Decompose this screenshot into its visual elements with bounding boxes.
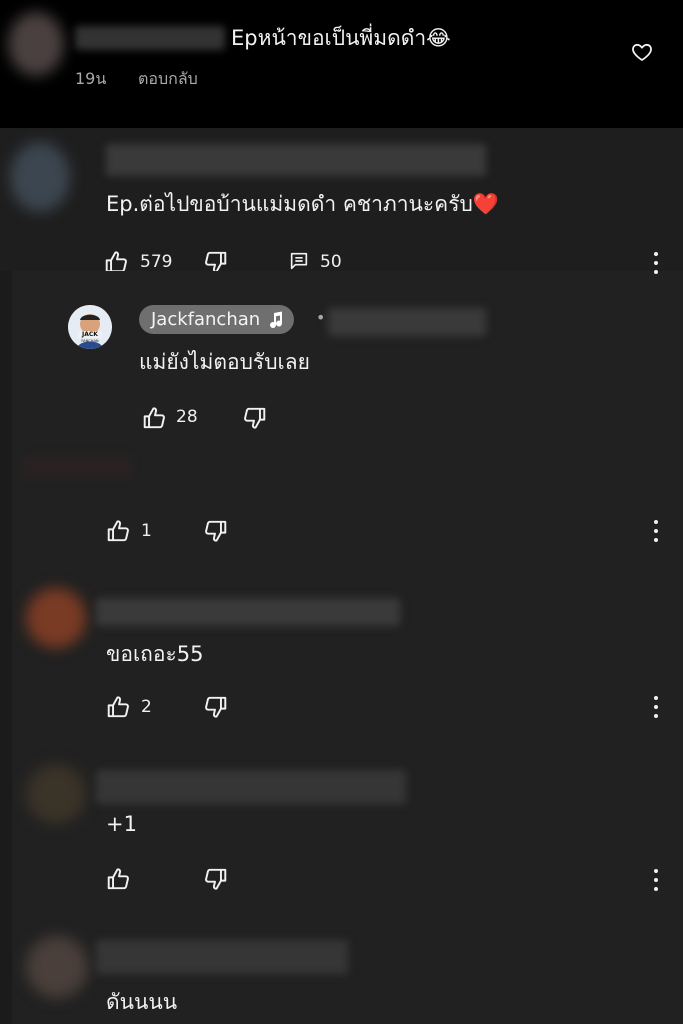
reply-text: ขอเถอะ55: [106, 642, 204, 666]
blurred-username: [96, 770, 406, 804]
more-vert-icon[interactable]: [653, 252, 659, 274]
main-comment: Ep.ต่อไปขอบ้านแม่มดดำ คชาภานะครับ❤️ 579 …: [0, 128, 683, 271]
reply-text: แม่ยังไม่ตอบรับเลย: [139, 350, 310, 374]
thumbs-up-icon[interactable]: [106, 518, 132, 544]
svg-text:JACK: JACK: [81, 331, 98, 338]
thumbs-up-icon[interactable]: [106, 866, 132, 892]
heart-icon[interactable]: [630, 40, 654, 64]
thumbs-down-icon[interactable]: [241, 405, 267, 431]
comment-icon[interactable]: [288, 250, 310, 272]
thumbs-down-icon[interactable]: [202, 518, 228, 544]
more-vert-icon[interactable]: [653, 696, 659, 718]
thumbs-up-icon[interactable]: [106, 694, 132, 720]
like-count: 28: [176, 407, 198, 427]
username: Jackfanchan: [151, 309, 261, 330]
thumbs-up-icon[interactable]: [142, 405, 168, 431]
comment-text: Ep.ต่อไปขอบ้านแม่มดดำ คชาภานะครับ❤️: [106, 188, 499, 221]
like-count: 579: [140, 252, 173, 272]
blurred-username: [96, 598, 400, 626]
avatar[interactable]: JACK FANCHAN: [68, 305, 112, 349]
reply-count: 50: [320, 252, 342, 272]
thumbs-down-icon[interactable]: [202, 866, 228, 892]
comment-text-body: Ep.ต่อไปขอบ้านแม่มดดำ คชาภานะครับ❤️: [106, 192, 499, 216]
top-comment: Epหน้าขอเป็นพี่มดดำ😂 19น ตอบกลับ: [0, 0, 683, 128]
blurred-reply-header: [12, 440, 132, 490]
blurred-timestamp: [328, 308, 486, 336]
author-chip[interactable]: Jackfanchan: [139, 305, 295, 334]
avatar[interactable]: [26, 588, 86, 648]
more-vert-icon[interactable]: [653, 869, 659, 891]
separator-dot: •: [316, 308, 326, 327]
more-vert-icon[interactable]: [653, 520, 659, 542]
avatar[interactable]: [10, 142, 70, 212]
comment-text: Epหน้าขอเป็นพี่มดดำ😂: [231, 26, 451, 50]
thumbs-down-icon[interactable]: [202, 694, 228, 720]
blurred-username: [96, 940, 348, 974]
blurred-username: [106, 144, 486, 176]
blurred-username: [22, 456, 132, 478]
comment-age: 19น: [75, 69, 107, 88]
like-count: 2: [141, 697, 152, 717]
reply-button[interactable]: ตอบกลับ: [138, 67, 198, 92]
music-note-icon: [270, 311, 283, 329]
blurred-username: [75, 26, 225, 50]
reply-text: ดันนนน: [106, 990, 178, 1014]
avatar[interactable]: [8, 12, 64, 76]
avatar[interactable]: [26, 936, 88, 998]
reply-text: +1: [106, 812, 137, 836]
svg-text:FANCHAN: FANCHAN: [81, 339, 99, 343]
like-count: 1: [141, 521, 152, 541]
avatar-image: JACK FANCHAN: [68, 305, 112, 349]
avatar[interactable]: [26, 764, 86, 824]
